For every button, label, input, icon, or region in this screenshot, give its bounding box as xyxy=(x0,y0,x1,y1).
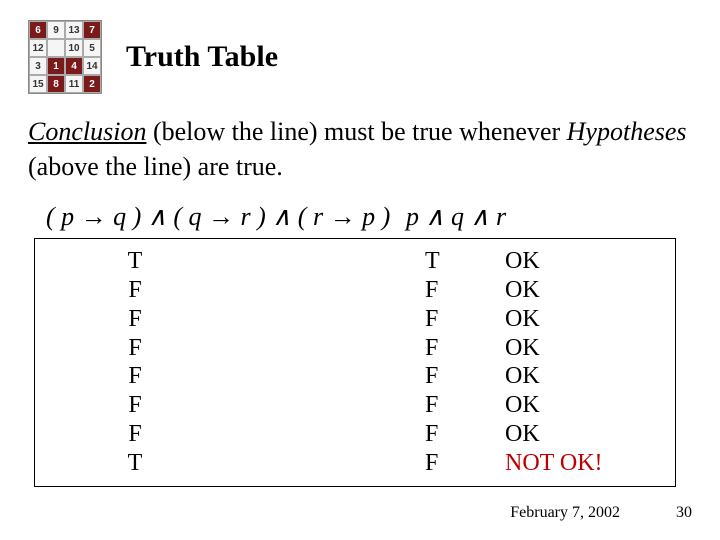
magic-square-cell: 4 xyxy=(65,57,83,75)
hypotheses-label: Hypotheses xyxy=(567,117,687,146)
table-row: F F OK xyxy=(35,362,675,391)
spacer xyxy=(465,420,505,449)
spacer xyxy=(465,247,505,276)
tt-col-b: F xyxy=(425,391,465,420)
tt-col-b: F xyxy=(425,362,465,391)
spacer xyxy=(235,247,425,276)
magic-square-cell: 3 xyxy=(29,57,47,75)
spacer xyxy=(465,305,505,334)
tt-col-a: F xyxy=(35,276,235,305)
magic-square-cell: 6 xyxy=(29,21,47,39)
table-row: F F OK xyxy=(35,276,675,305)
tt-result-notok: NOT OK! xyxy=(505,449,665,478)
body-text-part1: (below the line) must be true whenever xyxy=(146,117,566,146)
tt-result-ok: OK xyxy=(505,334,665,363)
magic-square-cell: 13 xyxy=(65,21,83,39)
table-row: T F NOT OK! xyxy=(35,449,675,478)
body-text-part2: (above the line) are true. xyxy=(28,152,283,181)
tt-col-a: T xyxy=(35,449,235,478)
tt-col-a: T xyxy=(35,247,235,276)
spacer xyxy=(465,334,505,363)
table-row: T T OK xyxy=(35,247,675,276)
magic-square-cell: 5 xyxy=(83,39,101,57)
conclusion-label: Conclusion xyxy=(28,117,146,146)
magic-square-cell: 14 xyxy=(83,57,101,75)
body-text: Conclusion (below the line) must be true… xyxy=(28,114,692,184)
spacer xyxy=(235,334,425,363)
tt-col-a: F xyxy=(35,362,235,391)
tt-col-b: F xyxy=(425,420,465,449)
spacer xyxy=(235,391,425,420)
tt-result-ok: OK xyxy=(505,305,665,334)
table-row: F F OK xyxy=(35,305,675,334)
magic-square-cell: 8 xyxy=(47,75,65,93)
tt-col-a: F xyxy=(35,391,235,420)
tt-col-b: F xyxy=(425,334,465,363)
spacer xyxy=(235,420,425,449)
magic-square-icon: 691371210531414158112 xyxy=(28,20,102,94)
magic-square-cell xyxy=(47,39,65,57)
footer-date: February 7, 2002 xyxy=(510,504,620,522)
tt-col-b: T xyxy=(425,247,465,276)
magic-square-cell: 7 xyxy=(83,21,101,39)
magic-square-cell: 9 xyxy=(47,21,65,39)
tt-col-a: F xyxy=(35,334,235,363)
tt-result-ok: OK xyxy=(505,276,665,305)
magic-square-cell: 1 xyxy=(47,57,65,75)
tt-result-ok: OK xyxy=(505,362,665,391)
magic-square-cell: 15 xyxy=(29,75,47,93)
magic-square-cell: 2 xyxy=(83,75,101,93)
tt-result-ok: OK xyxy=(505,420,665,449)
spacer xyxy=(235,449,425,478)
spacer xyxy=(465,362,505,391)
formula-row: ( p → q ) ∧ ( q → r ) ∧ ( r → p ) p ∧ q … xyxy=(28,196,692,238)
magic-square-cell: 10 xyxy=(65,39,83,57)
footer-page: 30 xyxy=(676,504,692,522)
tt-col-b: F xyxy=(425,276,465,305)
table-row: F F OK xyxy=(35,334,675,363)
tt-col-b: F xyxy=(425,305,465,334)
tt-result-ok: OK xyxy=(505,247,665,276)
footer: February 7, 2002 30 xyxy=(510,504,692,522)
formula-right: p ∧ q ∧ r xyxy=(406,202,546,232)
slide-title: Truth Table xyxy=(126,40,278,74)
formula-left: ( p → q ) ∧ ( q → r ) ∧ ( r → p ) xyxy=(46,202,406,232)
tt-result-ok: OK xyxy=(505,391,665,420)
spacer xyxy=(235,305,425,334)
tt-col-b: F xyxy=(425,449,465,478)
tt-col-a: F xyxy=(35,420,235,449)
header: 691371210531414158112 Truth Table xyxy=(28,20,692,94)
magic-square-cell: 11 xyxy=(65,75,83,93)
tt-col-a: F xyxy=(35,305,235,334)
table-row: F F OK xyxy=(35,391,675,420)
truth-table-box: TTOKFFOKFFOKFFOKFFOKFFOKFFOKTFNOT OK! xyxy=(34,238,676,486)
spacer xyxy=(465,276,505,305)
spacer xyxy=(235,362,425,391)
spacer xyxy=(235,276,425,305)
magic-square-cell: 12 xyxy=(29,39,47,57)
spacer xyxy=(465,391,505,420)
table-row: F F OK xyxy=(35,420,675,449)
spacer xyxy=(465,449,505,478)
